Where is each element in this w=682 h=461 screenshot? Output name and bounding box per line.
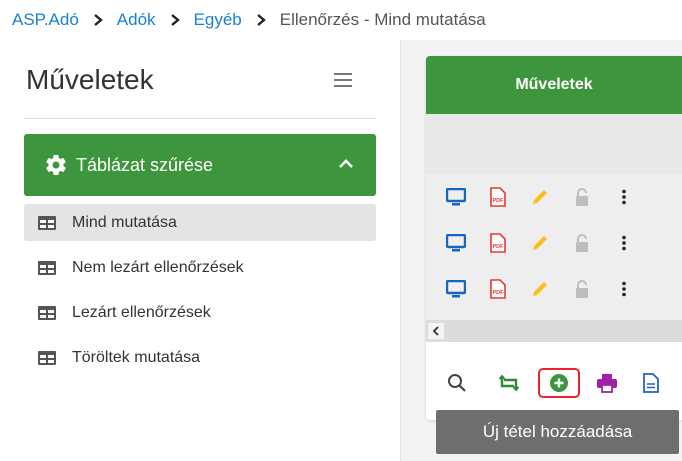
chevron-right-icon (170, 14, 180, 26)
more-vertical-icon[interactable] (614, 187, 634, 207)
chevron-up-icon (339, 159, 353, 168)
unlock-icon[interactable] (572, 233, 592, 253)
pdf-icon[interactable]: PDF (488, 279, 508, 299)
sidebar-item-label: Nem lezárt ellenőrzések (72, 258, 244, 276)
pencil-icon[interactable] (530, 233, 550, 253)
refresh-icon[interactable] (498, 372, 520, 394)
monitor-icon[interactable] (446, 279, 466, 299)
monitor-icon[interactable] (446, 187, 466, 207)
panel-subheader (426, 114, 682, 174)
more-vertical-icon[interactable] (614, 279, 634, 299)
document-icon[interactable] (640, 372, 662, 394)
gear-icon (46, 155, 66, 176)
panel-toolbar (426, 342, 682, 420)
pdf-icon[interactable]: PDF (488, 233, 508, 253)
breadcrumb-current: Ellenőrzés - Mind mutatása (279, 10, 486, 29)
more-vertical-icon[interactable] (614, 233, 634, 253)
tooltip-add-item: Új tétel hozzáadása (436, 410, 679, 454)
chevron-right-icon (93, 14, 103, 26)
sidebar-item-label: Töröltek mutatása (72, 348, 201, 366)
filter-table-button[interactable]: Táblázat szűrése (24, 134, 376, 196)
unlock-icon[interactable] (572, 279, 592, 299)
svg-text:PDF: PDF (493, 290, 505, 296)
print-icon[interactable] (596, 372, 618, 394)
table-icon (38, 260, 56, 275)
sidebar-item-show-all[interactable]: Mind mutatása (24, 204, 376, 241)
add-icon[interactable] (548, 372, 570, 394)
breadcrumb-link-asp-ado[interactable]: ASP.Adó (12, 10, 79, 30)
panel-header: Műveletek (426, 56, 682, 114)
actions-panel: Műveletek PDF PDF PDF (426, 56, 682, 420)
hamburger-menu-icon[interactable] (334, 73, 352, 89)
search-icon[interactable] (446, 372, 468, 394)
breadcrumb-link-adok[interactable]: Adók (117, 10, 156, 30)
sidebar-title: Műveletek (26, 64, 154, 95)
divider (24, 118, 376, 119)
table-row: PDF (426, 220, 682, 266)
sidebar-list: Mind mutatása Nem lezárt ellenőrzések Le… (24, 204, 376, 384)
table-icon (38, 305, 56, 320)
table-icon (38, 215, 56, 230)
table-icon (38, 350, 56, 365)
sidebar-item-label: Mind mutatása (72, 213, 177, 231)
table-row: PDF (426, 266, 682, 312)
monitor-icon[interactable] (446, 233, 466, 253)
sidebar-item-label: Lezárt ellenőrzések (72, 303, 211, 321)
unlock-icon[interactable] (572, 187, 592, 207)
breadcrumb: ASP.Adó Adók Egyéb Ellenőrzés - Mind mut… (0, 0, 682, 40)
pencil-icon[interactable] (530, 187, 550, 207)
table-row: PDF (426, 174, 682, 220)
filter-button-label: Táblázat szűrése (76, 154, 214, 175)
sidebar-item-not-closed[interactable]: Nem lezárt ellenőrzések (24, 249, 376, 286)
pdf-icon[interactable]: PDF (488, 187, 508, 207)
svg-text:PDF: PDF (493, 244, 505, 250)
sidebar-item-deleted[interactable]: Töröltek mutatása (24, 339, 376, 376)
pencil-icon[interactable] (530, 279, 550, 299)
sidebar: Műveletek Táblázat szűrése Mind mutatása (0, 40, 400, 461)
chevron-right-icon (256, 14, 266, 26)
scroll-left-arrow-icon[interactable] (428, 323, 444, 339)
breadcrumb-link-egyeb[interactable]: Egyéb (194, 10, 242, 30)
sidebar-item-closed[interactable]: Lezárt ellenőrzések (24, 294, 376, 331)
table-rows: PDF PDF PDF (426, 174, 682, 320)
horizontal-scrollbar[interactable] (426, 320, 682, 342)
svg-text:PDF: PDF (493, 198, 505, 204)
